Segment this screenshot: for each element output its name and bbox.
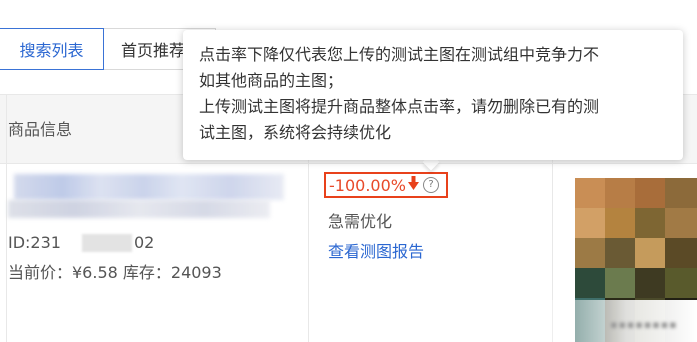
price-stock: 当前价：¥6.58 库存：24093 (8, 263, 222, 282)
click-rate-value: -100.00% (329, 175, 406, 195)
tab-search-list[interactable]: 搜索列表 (0, 28, 104, 70)
tooltip-line: 试主图，系统将会持续优化 (199, 123, 392, 142)
watermark: ▪▪▪▪▪▪▪▪ (610, 318, 678, 331)
product-id-prefix: ID:231 (8, 233, 61, 252)
status-text: 急需优化 (328, 212, 393, 231)
click-rate-metric[interactable]: -100.00% ? (324, 172, 448, 198)
tooltip-line: 如其他商品的主图； (199, 71, 344, 90)
view-report-link[interactable]: 查看测图报告 (328, 238, 424, 262)
header-product-info: 商品信息 (8, 120, 73, 139)
tab-home-recommend-label: 首页推荐 (121, 41, 186, 60)
tooltip-line: 上传测试主图将提升商品整体点击率，请勿删除已有的测 (199, 97, 600, 116)
product-title-blurred-line2 (8, 200, 270, 218)
product-id-redacted (82, 234, 132, 252)
tooltip-line: 点击率下降仅代表您上传的测试主图在测试组中竞争力不 (199, 45, 600, 64)
down-arrow-icon (407, 176, 419, 194)
tab-search-list-label: 搜索列表 (19, 41, 84, 60)
column-divider (6, 94, 7, 342)
question-circle-icon[interactable]: ? (422, 177, 439, 193)
click-rate-tooltip: 点击率下降仅代表您上传的测试主图在测试组中竞争力不 如其他商品的主图； 上传测试… (183, 30, 683, 160)
product-title-blurred (14, 174, 284, 200)
product-id-suffix: 02 (134, 233, 155, 252)
